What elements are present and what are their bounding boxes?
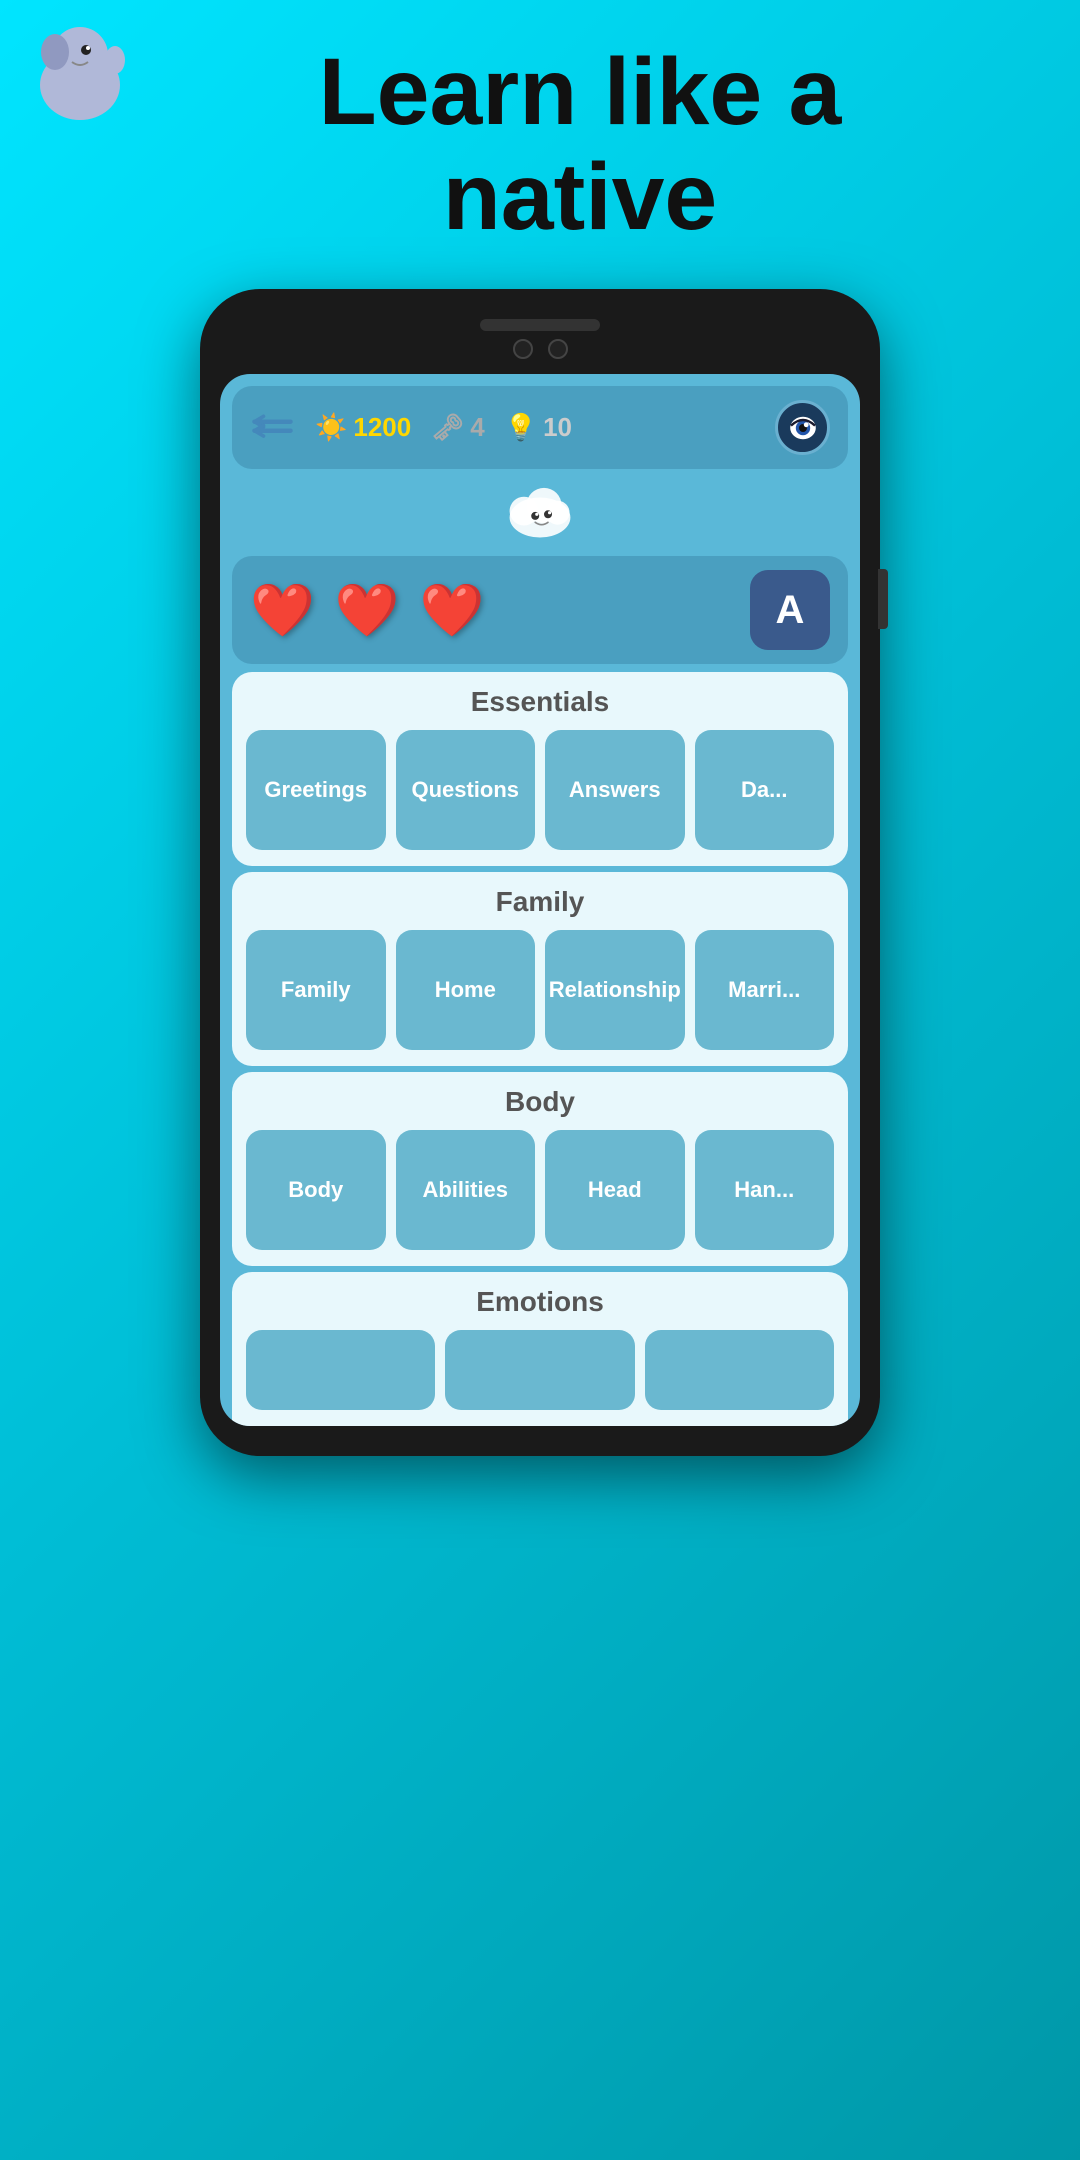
card-emotions-3[interactable] <box>645 1330 834 1410</box>
body-grid: Body Abilities Head Han... <box>246 1130 834 1250</box>
headline-line2: native <box>443 144 718 250</box>
essentials-section: Essentials Greetings Questions Answers D… <box>232 672 848 866</box>
card-marriage[interactable]: Marri... <box>695 930 835 1050</box>
card-da[interactable]: Da... <box>695 730 835 850</box>
emotions-title: Emotions <box>246 1286 834 1318</box>
card-body[interactable]: Body <box>246 1130 386 1250</box>
phone-cameras <box>220 339 860 359</box>
card-greetings[interactable]: Greetings <box>246 730 386 850</box>
profile-button[interactable] <box>775 400 830 455</box>
bulbs-stat: 💡 10 <box>505 412 572 443</box>
xp-stat: ☀️ 1200 <box>315 412 411 443</box>
camera-2 <box>548 339 568 359</box>
card-abilities[interactable]: Abilities <box>396 1130 536 1250</box>
key-icon: 🗝 <box>431 412 464 443</box>
lives-bar: ❤️ ❤️ ❤️ A <box>232 556 848 664</box>
essentials-grid: Greetings Questions Answers Da... <box>246 730 834 850</box>
card-relationship[interactable]: Relationship <box>545 930 685 1050</box>
keys-value: 4 <box>470 412 484 443</box>
xp-icon: ☀️ <box>315 412 347 443</box>
letter-badge[interactable]: A <box>750 570 830 650</box>
body-section: Body Body Abilities Head Han... <box>232 1072 848 1266</box>
emotions-section: Emotions <box>232 1272 848 1426</box>
headline-line1: Learn like a <box>319 39 842 145</box>
emotions-grid <box>246 1330 834 1410</box>
heart-3: ❤️ <box>420 580 485 641</box>
heart-1: ❤️ <box>250 580 315 641</box>
phone-frame: ☀️ 1200 🗝 4 💡 10 <box>200 289 880 1456</box>
body-title: Body <box>246 1086 834 1118</box>
phone-screen: ☀️ 1200 🗝 4 💡 10 <box>220 374 860 1426</box>
keys-stat: 🗝 4 <box>431 412 484 443</box>
card-hands[interactable]: Han... <box>695 1130 835 1250</box>
phone-notch <box>220 319 860 331</box>
phone-speaker <box>480 319 600 331</box>
header-area: Learn like a native <box>0 0 1080 269</box>
card-family[interactable]: Family <box>246 930 386 1050</box>
card-questions[interactable]: Questions <box>396 730 536 850</box>
family-title: Family <box>246 886 834 918</box>
card-home[interactable]: Home <box>396 930 536 1050</box>
stats-bar: ☀️ 1200 🗝 4 💡 10 <box>232 386 848 469</box>
back-button[interactable] <box>250 413 295 443</box>
card-emotions-2[interactable] <box>445 1330 634 1410</box>
card-answers[interactable]: Answers <box>545 730 685 850</box>
card-emotions-1[interactable] <box>246 1330 435 1410</box>
phone-volume-button <box>878 569 888 629</box>
headline: Learn like a native <box>239 30 842 249</box>
mascot-elephant <box>20 10 140 130</box>
bulbs-value: 10 <box>543 412 572 443</box>
cloud-mascot-area <box>220 469 860 556</box>
card-head[interactable]: Head <box>545 1130 685 1250</box>
heart-2: ❤️ <box>335 580 400 641</box>
cloud-mascot-icon <box>500 477 580 542</box>
camera-1 <box>513 339 533 359</box>
family-section: Family Family Home Relationship Marri... <box>232 872 848 1066</box>
xp-value: 1200 <box>353 412 411 443</box>
bulb-icon: 💡 <box>505 412 537 443</box>
essentials-title: Essentials <box>246 686 834 718</box>
family-grid: Family Home Relationship Marri... <box>246 930 834 1050</box>
